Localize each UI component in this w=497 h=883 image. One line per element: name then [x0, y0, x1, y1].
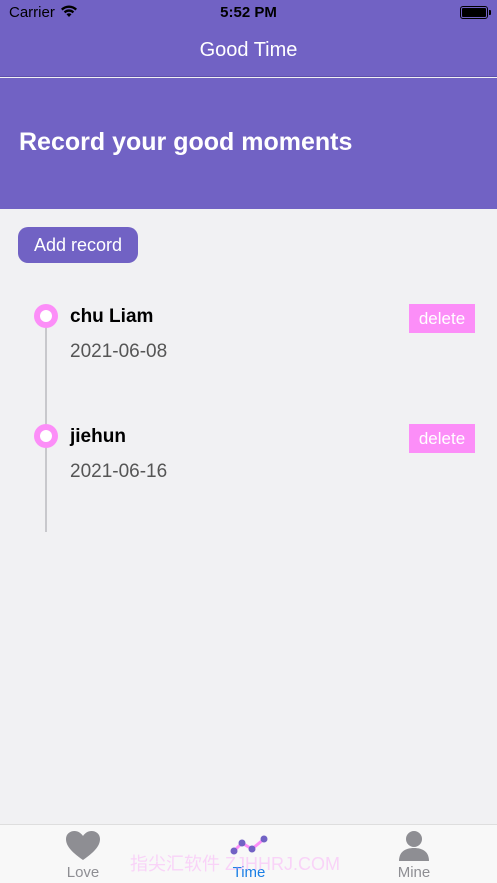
timeline-dot — [34, 424, 58, 448]
record-date: 2021-06-08 — [70, 341, 168, 362]
person-icon — [399, 831, 429, 861]
banner-title: Record your good moments — [19, 128, 353, 156]
status-time: 5:52 PM — [220, 4, 277, 21]
timeline-dot — [34, 304, 58, 328]
status-bar: Carrier 5:52 PM — [0, 0, 497, 26]
navigation-bar: Good Time — [0, 26, 497, 77]
record-item: chu Liam 2021-06-08 delete — [0, 292, 497, 412]
tab-mine[interactable]: Mine — [331, 825, 497, 883]
header-banner: Record your good moments — [0, 78, 497, 209]
add-record-button[interactable]: Add record — [18, 227, 138, 263]
delete-button[interactable]: delete — [409, 304, 475, 333]
delete-button[interactable]: delete — [409, 424, 475, 453]
record-title: jiehun — [70, 426, 126, 447]
watermark: 指尖汇软件 ZJHHRJ.COM — [130, 854, 340, 874]
record-date: 2021-06-16 — [70, 461, 168, 482]
battery-icon — [460, 6, 491, 19]
page-title: Good Time — [199, 39, 298, 61]
record-title: chu Liam — [70, 306, 154, 327]
record-item: jiehun 2021-06-16 delete — [0, 412, 497, 532]
tab-mine-label: Mine — [397, 864, 431, 881]
